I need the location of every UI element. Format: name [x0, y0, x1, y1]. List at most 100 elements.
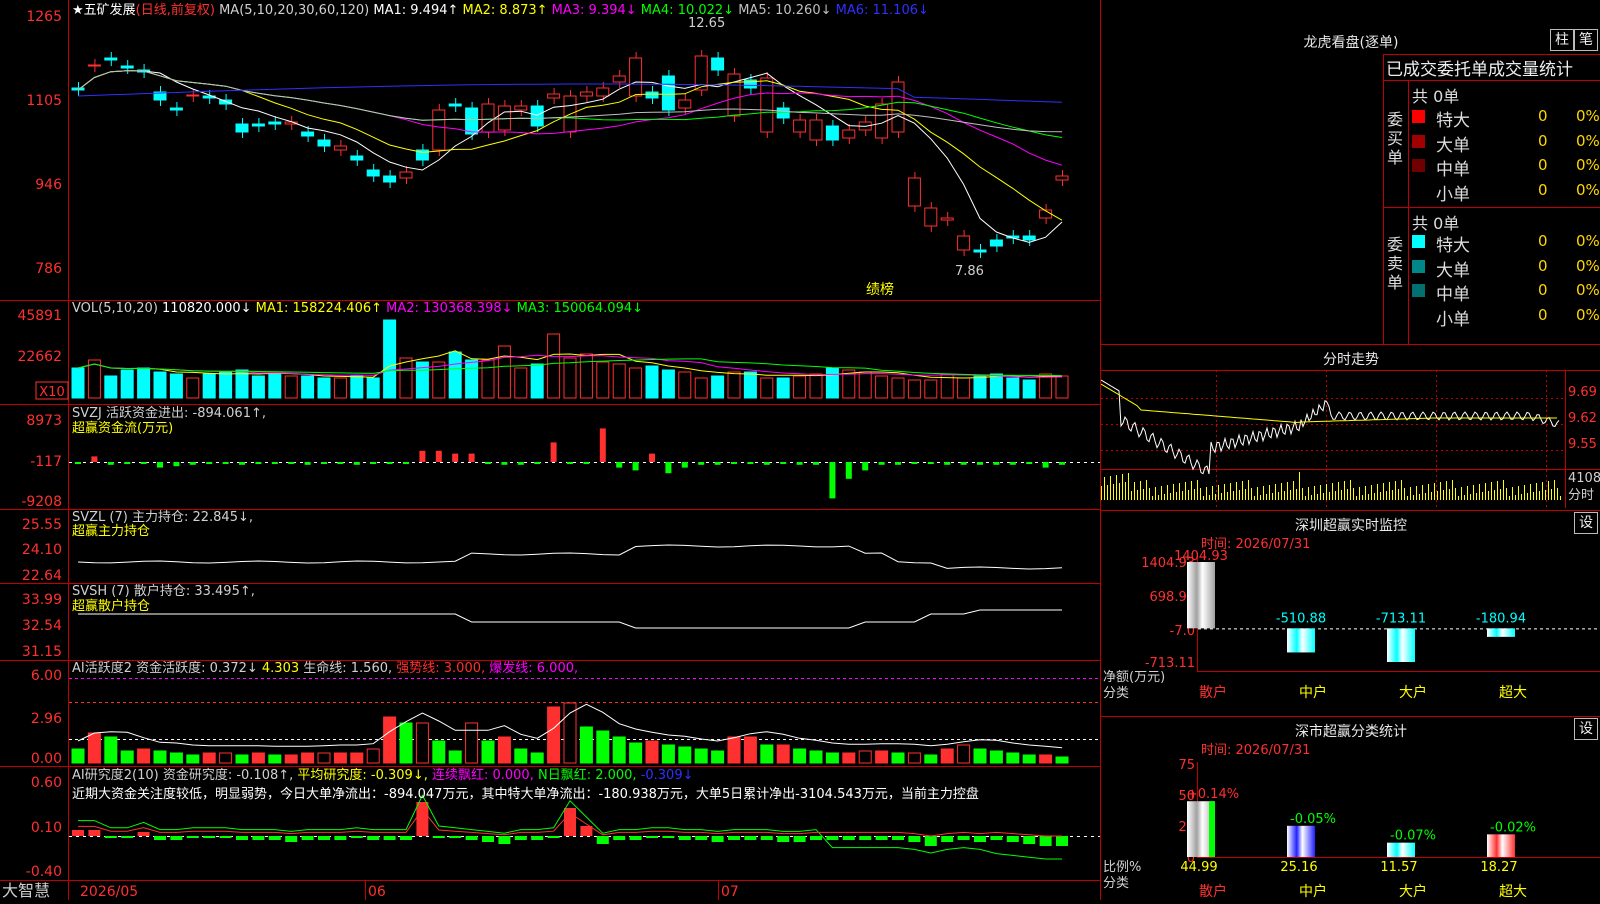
- legend-item: VOL(5,10,20): [72, 301, 158, 316]
- research-bar: [695, 836, 708, 840]
- net-amount-label: 1404.93: [1174, 549, 1228, 564]
- legend-item: AI活跃度2 资金活跃度: 0.372↓: [72, 660, 258, 676]
- volume-bar: [907, 379, 921, 399]
- legend-item: MA3: 150064.094↓: [513, 301, 644, 316]
- activity-bar: [169, 752, 183, 764]
- right-sidebar: 龙虎看盘(逐单) 柱 笔 已成交委托单成交量统计 委买单 共 0单 特大 0 0% 大…: [1100, 0, 1600, 900]
- activity-bar: [366, 748, 380, 764]
- activity-bar: [120, 750, 134, 764]
- volume-panel: [71, 319, 1069, 399]
- class-category: 中户: [1299, 883, 1327, 900]
- activity-bar: [448, 750, 462, 764]
- candle: [366, 169, 380, 177]
- ratio-bar: [1287, 825, 1315, 857]
- monitor-y-tick: -713.11: [1145, 656, 1195, 671]
- volume-bar: [350, 375, 364, 399]
- order-row-count: 0: [1538, 256, 1548, 275]
- candle: [645, 91, 659, 99]
- candle: [661, 75, 675, 111]
- order-row-count: 0: [1538, 107, 1548, 125]
- research-bar: [580, 826, 593, 836]
- activity-bar: [907, 752, 921, 764]
- monitor-category: 散户: [1199, 684, 1227, 701]
- candle: [120, 65, 134, 69]
- activity-bar: [1022, 754, 1036, 764]
- flow-bar: [91, 456, 98, 462]
- bar-mode-button[interactable]: 柱: [1550, 29, 1574, 51]
- kline-chart-area[interactable]: 1265 1105 946 786 45891 22662 8973 -117 …: [0, 0, 1100, 900]
- activity-bar: [514, 748, 528, 764]
- candle: [497, 105, 511, 131]
- flow-bar: [567, 462, 573, 464]
- period-label: (日线,前复权): [136, 2, 215, 18]
- activity-bar: [432, 740, 446, 764]
- buy-side-label: 委买单: [1387, 110, 1404, 167]
- activity-bar: [186, 754, 200, 764]
- price-y-tick: 786: [35, 261, 62, 277]
- order-row-label: 大单: [1436, 135, 1470, 156]
- class-ylabel: 比例%: [1103, 860, 1141, 875]
- volume-bar: [383, 319, 397, 399]
- flow-bar: [993, 462, 1000, 465]
- ratio-change-label: +0.14%: [1187, 787, 1239, 802]
- sz-class-settings-button[interactable]: 设: [1574, 718, 1598, 740]
- research-bar: [236, 836, 248, 840]
- chart-canvas[interactable]: 1265 1105 946 786 45891 22662 8973 -117 …: [0, 0, 1100, 900]
- candle: [317, 139, 331, 147]
- intraday-chart[interactable]: 9.69 9.62 9.55 4108 分时: [1101, 370, 1600, 508]
- flow-bar: [157, 462, 163, 468]
- research-bar: [350, 836, 363, 838]
- volume-bar: [678, 371, 692, 399]
- research-bar: [104, 836, 117, 838]
- ratio-change-label: -0.05%: [1290, 812, 1336, 827]
- ratio-value-label: 25.16: [1280, 860, 1317, 875]
- activity-bar: [711, 750, 725, 764]
- order-row: 小单 0 0%: [1410, 304, 1600, 330]
- order-stats-header: 已成交委托单成交量统计: [1386, 60, 1573, 80]
- order-row-pct: 0%: [1576, 131, 1600, 150]
- candle: [989, 239, 1003, 247]
- candle: [629, 57, 643, 97]
- activity-bar: [1039, 754, 1053, 764]
- volume-bar: [169, 373, 183, 399]
- candle: [514, 105, 528, 111]
- line-mode-button[interactable]: 笔: [1574, 29, 1598, 51]
- sz-class-chart: 时间: 2026/07/317550250+0.14%44.99-0.05%25…: [1103, 743, 1600, 900]
- order-row-pct: 0%: [1576, 256, 1600, 275]
- activity-bar: [596, 730, 610, 764]
- candle: [1022, 235, 1036, 241]
- flow-bar: [796, 462, 803, 465]
- activity-bar: [776, 744, 790, 764]
- research-bar: [777, 836, 790, 842]
- activity-bar: [465, 722, 479, 764]
- legend-item: 强势线: 3.000,: [392, 660, 485, 676]
- class-category: 散户: [1199, 883, 1227, 900]
- volume-bar: [547, 333, 561, 399]
- candle: [87, 64, 101, 67]
- svsh-y-tick: 32.54: [22, 618, 62, 634]
- ratio-change-label: -0.07%: [1390, 829, 1436, 844]
- net-amount-bar: [1287, 628, 1315, 653]
- sz-monitor-settings-button[interactable]: 设: [1574, 512, 1598, 534]
- research-bar: [1023, 836, 1036, 844]
- net-amount-label: -180.94: [1476, 611, 1526, 626]
- flow-bar: [977, 462, 983, 465]
- legend-item: MA2: 8.873↑: [458, 3, 547, 18]
- flow-bar: [1042, 462, 1049, 468]
- flow-bar: [649, 453, 655, 462]
- price-y-tick: 946: [35, 177, 62, 193]
- volume-bar: [727, 371, 741, 399]
- activity-bar: [497, 736, 511, 764]
- activity-bar: [530, 752, 544, 764]
- flow-bar: [599, 428, 606, 462]
- candle: [448, 103, 462, 107]
- activity-bar: [202, 752, 216, 764]
- candle: [612, 75, 626, 83]
- ratio-value-label: 44.99: [1180, 860, 1217, 875]
- flow-bar: [222, 462, 229, 464]
- ratio-value-label: 18.27: [1480, 860, 1517, 875]
- date-label: 06: [368, 884, 386, 900]
- research-bar: [826, 836, 839, 840]
- activity-bar: [383, 716, 397, 764]
- color-swatch: [1412, 110, 1425, 123]
